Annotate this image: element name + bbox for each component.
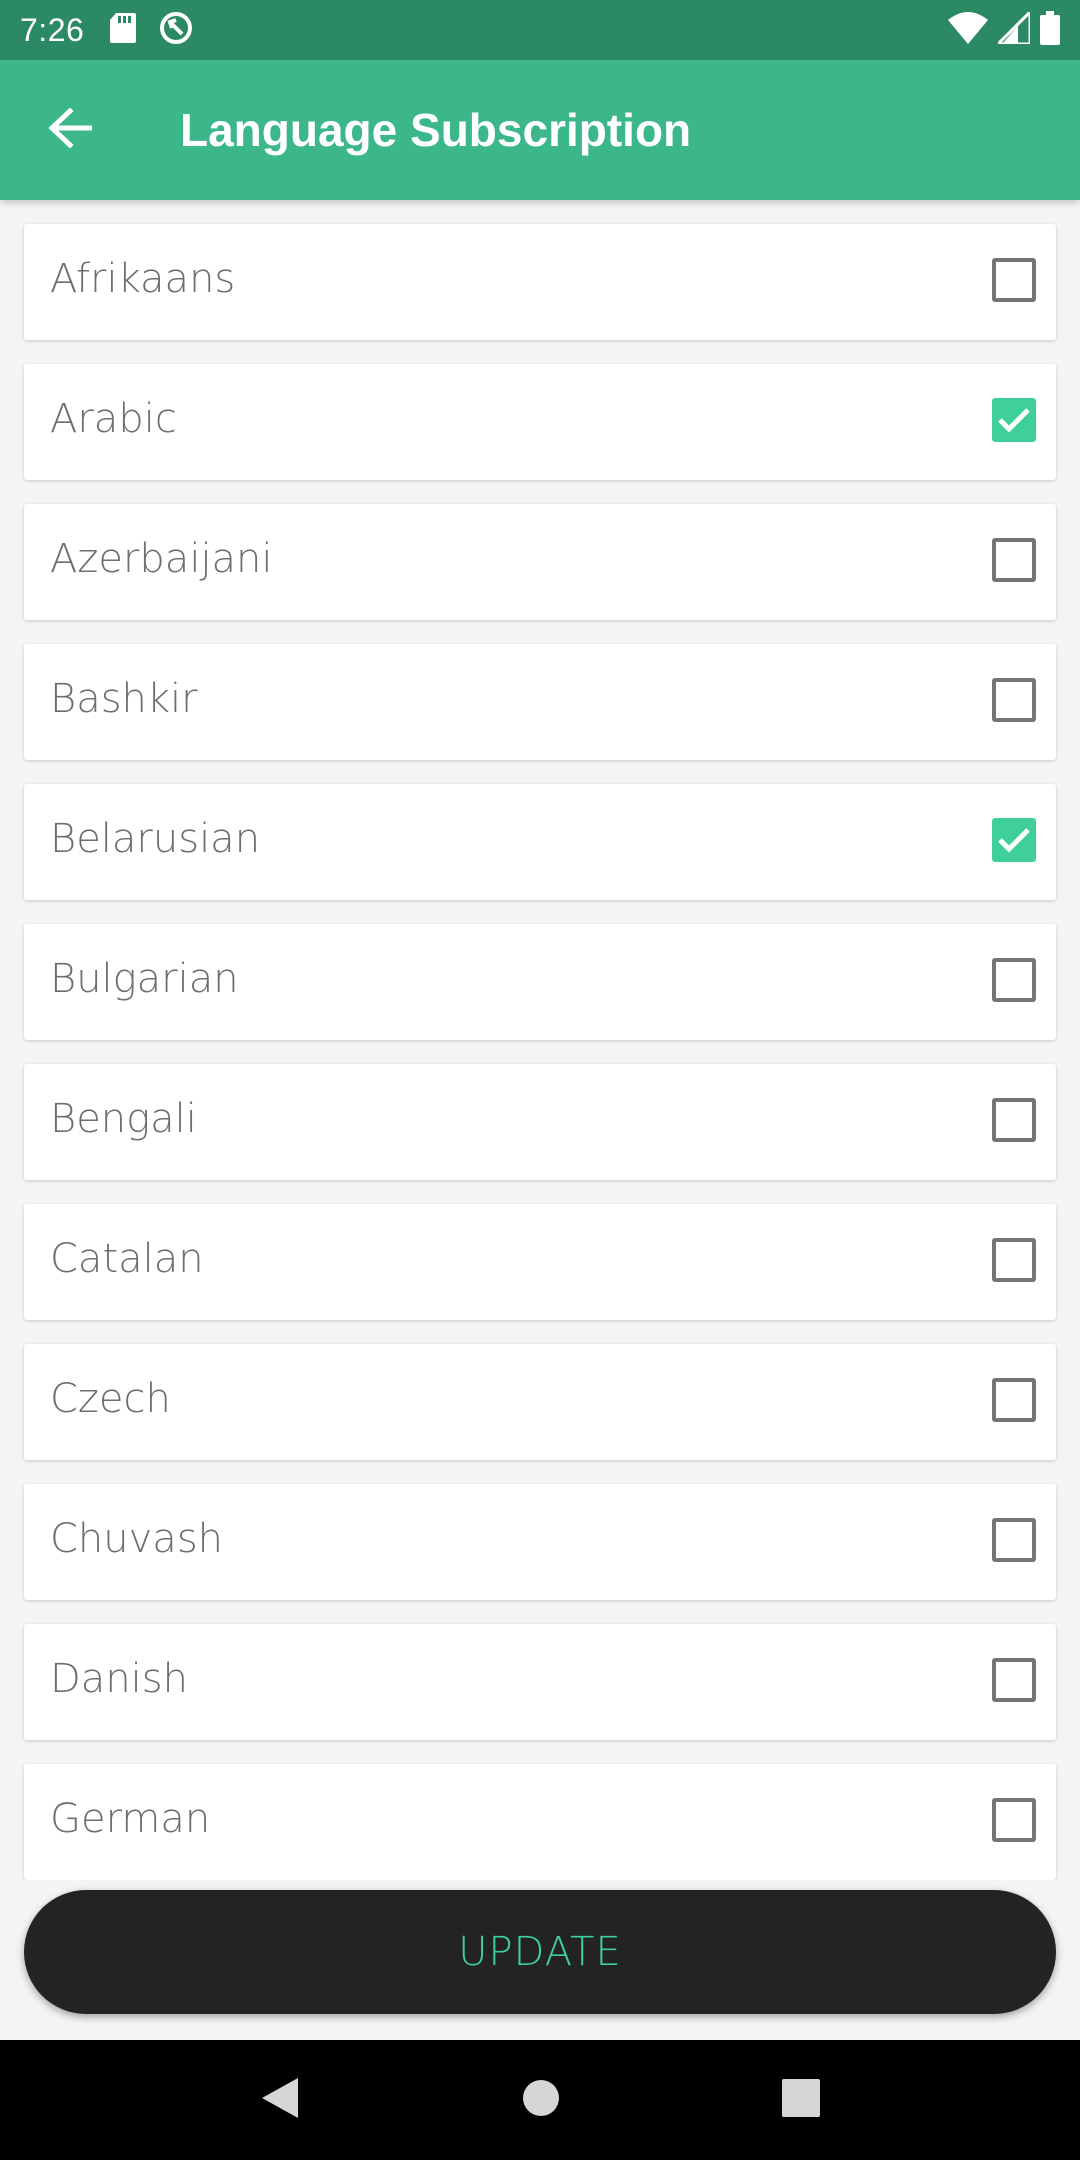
- language-item-danish[interactable]: Danish: [24, 1624, 1056, 1740]
- update-button[interactable]: UPDATE: [24, 1890, 1056, 2014]
- battery-icon: [1040, 10, 1060, 50]
- recents-square-icon[interactable]: [781, 2078, 820, 2122]
- app-bar: Language Subscription: [0, 60, 1080, 200]
- language-item-azerbaijani[interactable]: Azerbaijani: [24, 504, 1056, 620]
- language-item-afrikaans[interactable]: Afrikaans: [24, 224, 1056, 340]
- language-label: Afrikaans: [50, 256, 236, 302]
- status-bar: 7:26: [0, 0, 1080, 60]
- checkbox-unchecked[interactable]: [992, 1518, 1036, 1562]
- wifi-icon: [948, 11, 988, 49]
- checkbox-unchecked[interactable]: [992, 958, 1036, 1002]
- language-label: Bengali: [50, 1096, 197, 1142]
- language-item-german[interactable]: German: [24, 1764, 1056, 1880]
- checkbox-unchecked[interactable]: [992, 678, 1036, 722]
- checkbox-unchecked[interactable]: [992, 1238, 1036, 1282]
- language-item-bulgarian[interactable]: Bulgarian: [24, 924, 1056, 1040]
- checkbox-checked[interactable]: [992, 818, 1036, 862]
- system-nav-bar: [0, 2040, 1080, 2160]
- checkbox-unchecked[interactable]: [992, 258, 1036, 302]
- back-button[interactable]: [0, 60, 140, 200]
- language-label: Catalan: [50, 1236, 204, 1282]
- status-time: 7:26: [20, 11, 85, 48]
- language-label: Bulgarian: [50, 956, 239, 1002]
- sync-icon: [158, 10, 194, 51]
- check-icon: [998, 828, 1030, 853]
- home-circle-icon[interactable]: [521, 2078, 561, 2123]
- checkbox-unchecked[interactable]: [992, 538, 1036, 582]
- signal-icon: [994, 7, 1032, 49]
- language-item-belarusian[interactable]: Belarusian: [24, 784, 1056, 900]
- language-label: Arabic: [50, 396, 177, 442]
- page-title: Language Subscription: [180, 104, 692, 156]
- checkbox-unchecked[interactable]: [992, 1658, 1036, 1702]
- language-item-arabic[interactable]: Arabic: [24, 364, 1056, 480]
- checkbox-unchecked[interactable]: [992, 1378, 1036, 1422]
- checkbox-unchecked[interactable]: [992, 1798, 1036, 1842]
- language-label: Chuvash: [50, 1516, 224, 1562]
- language-label: Belarusian: [50, 816, 261, 862]
- language-item-bashkir[interactable]: Bashkir: [24, 644, 1056, 760]
- check-icon: [998, 408, 1030, 433]
- language-item-czech[interactable]: Czech: [24, 1344, 1056, 1460]
- back-triangle-icon[interactable]: [260, 2076, 300, 2125]
- checkbox-unchecked[interactable]: [992, 1098, 1036, 1142]
- language-label: Bashkir: [50, 676, 198, 722]
- sd-card-icon: [110, 12, 137, 48]
- checkbox-checked[interactable]: [992, 398, 1036, 442]
- language-item-chuvash[interactable]: Chuvash: [24, 1484, 1056, 1600]
- update-button-label: UPDATE: [458, 1929, 622, 1975]
- language-label: German: [50, 1796, 211, 1842]
- language-label: Azerbaijani: [50, 536, 273, 582]
- arrow-left-icon: [48, 106, 93, 153]
- language-list[interactable]: Afrikaans Arabic Azerbaijani Bashkir Bel…: [0, 200, 1080, 1880]
- language-item-catalan[interactable]: Catalan: [24, 1204, 1056, 1320]
- language-label: Danish: [50, 1656, 188, 1702]
- language-item-bengali[interactable]: Bengali: [24, 1064, 1056, 1180]
- language-label: Czech: [50, 1376, 171, 1422]
